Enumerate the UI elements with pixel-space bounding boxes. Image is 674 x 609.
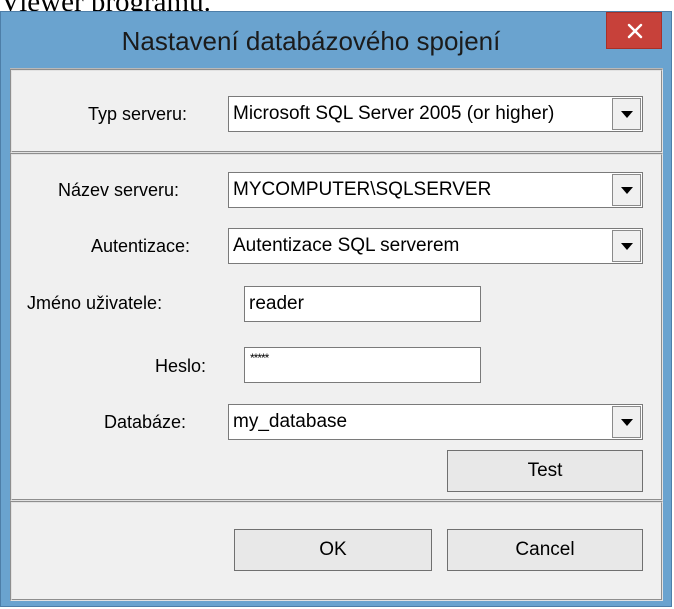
server-name-value: MYCOMPUTER\SQLSERVER [233,179,492,200]
dialog-body: Typ serveru: Microsoft SQL Server 2005 (… [10,68,663,601]
ok-button[interactable]: OK [234,529,432,571]
database-value: my_database [233,411,348,432]
password-input[interactable]: ***** [244,347,481,383]
server-type-label: Typ serveru: [88,104,188,124]
close-button[interactable] [606,12,662,49]
chevron-down-icon[interactable] [612,98,641,130]
server-type-select[interactable]: Microsoft SQL Server 2005 (or higher) [228,96,643,132]
username-input[interactable]: reader [244,286,481,322]
password-mask: ***** [250,351,269,365]
chevron-down-icon[interactable] [612,174,641,206]
server-type-value: Microsoft SQL Server 2005 (or higher) [233,103,555,124]
authentication-label: Autentizace: [91,236,191,256]
username-value: reader [249,293,304,314]
password-label: Heslo: [155,356,207,376]
cancel-button[interactable]: Cancel [447,529,643,571]
chevron-down-icon[interactable] [612,230,641,262]
authentication-select[interactable]: Autentizace SQL serverem [228,228,643,264]
close-icon [627,23,643,39]
database-label: Databáze: [104,412,187,432]
authentication-value: Autentizace SQL serverem [233,235,460,256]
server-name-label: Název serveru: [58,180,180,200]
dialog-title: Nastavení databázového spojení [121,26,501,56]
title-bar[interactable]: Nastavení databázového spojení [1,12,671,68]
test-button[interactable]: Test [447,450,643,492]
database-select[interactable]: my_database [228,404,643,440]
username-label: Jméno uživatele: [27,293,163,313]
dialog-window: Nastavení databázového spojení Typ serve… [0,11,672,607]
chevron-down-icon[interactable] [612,406,641,438]
server-name-select[interactable]: MYCOMPUTER\SQLSERVER [228,172,643,208]
